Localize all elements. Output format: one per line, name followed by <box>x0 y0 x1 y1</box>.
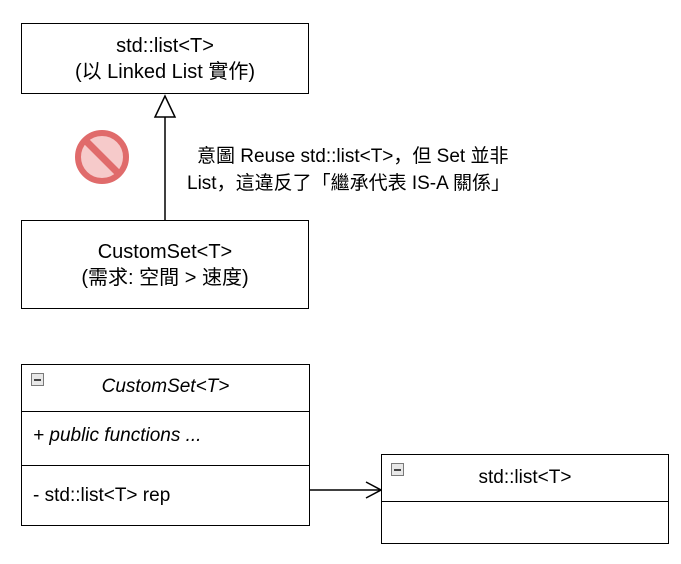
composition-class-header: CustomSet<T> <box>22 365 309 411</box>
composition-class-name: CustomSet<T> <box>101 376 230 397</box>
member-class-box[interactable]: std::list<T> <box>381 454 669 544</box>
prohibited-icon <box>75 130 129 184</box>
member-class-name: std::list<T> <box>478 467 572 488</box>
attributes-text: - std::list<T> rep <box>33 485 171 506</box>
composition-class-attributes: - std::list<T> rep <box>22 465 309 525</box>
inheritance-annotation-line1: 意圖 Reuse std::list<T>，但 Set 並非 <box>197 146 509 167</box>
inheritance-annotation-line2: List，這違反了「繼承代表 IS-A 關係」 <box>187 173 511 194</box>
composition-arrow[interactable] <box>310 481 383 499</box>
inheritance-arrow[interactable] <box>153 94 177 220</box>
member-class-header: std::list<T> <box>382 455 668 501</box>
operations-text: + public functions ... <box>33 425 202 446</box>
member-class-body <box>382 501 668 543</box>
composition-class-box[interactable]: CustomSet<T> + public functions ... - st… <box>21 364 310 526</box>
composition-class-operations: + public functions ... <box>22 411 309 465</box>
